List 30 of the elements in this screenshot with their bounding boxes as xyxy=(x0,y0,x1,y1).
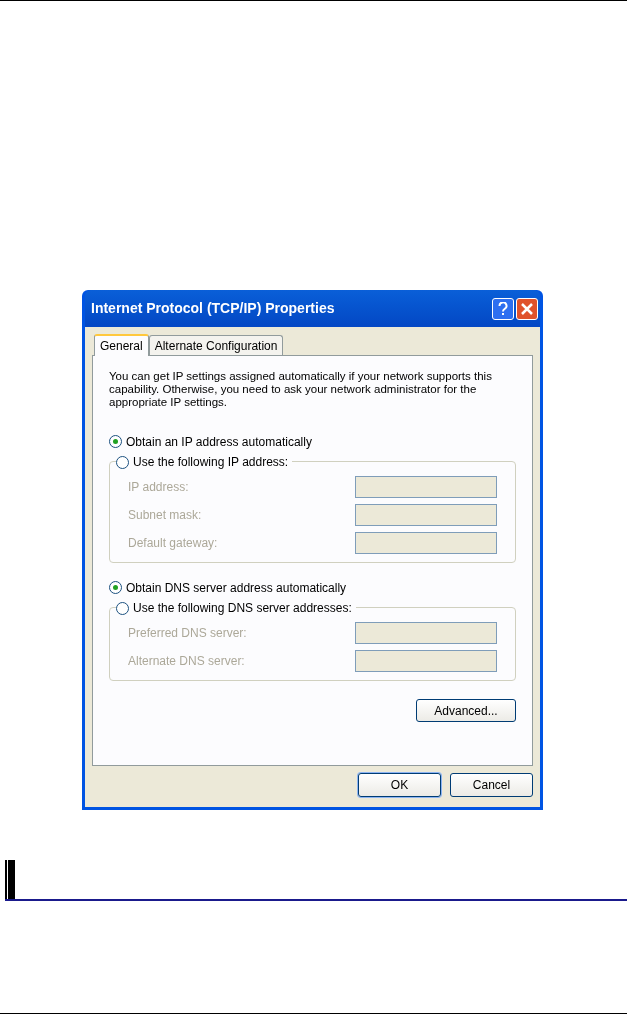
close-icon xyxy=(521,302,533,315)
radio-button[interactable] xyxy=(109,435,122,448)
field-label: Alternate DNS server: xyxy=(128,653,245,670)
advanced-button[interactable]: Advanced... xyxy=(416,699,516,722)
radio-button[interactable] xyxy=(109,581,122,594)
intro-text: You can get IP settings assigned automatically if your network supports this capability. Otherwise, you need to ask your network administrator for the appropriate IP settings. xyxy=(108,370,493,409)
radio-label[interactable]: Use the following IP address: xyxy=(133,453,289,471)
field-label: Subnet mask: xyxy=(128,507,202,524)
close-button[interactable] xyxy=(516,297,538,320)
radio-label[interactable]: Use the following DNS server addresses: xyxy=(133,599,352,617)
tab[interactable]: General xyxy=(94,334,149,356)
ip-address-field[interactable] xyxy=(355,650,497,672)
field-label: Preferred DNS server: xyxy=(128,625,247,642)
ip-address-field[interactable] xyxy=(355,532,497,554)
tab[interactable]: Alternate Configuration xyxy=(148,335,284,355)
radio-button[interactable] xyxy=(116,601,129,615)
window-title: Internet Protocol (TCP/IP) Properties xyxy=(91,299,335,318)
ip-address-field[interactable] xyxy=(355,622,497,644)
dialog-button[interactable]: OK xyxy=(358,773,441,797)
field-label: Default gateway: xyxy=(128,535,218,552)
dialog-button[interactable]: Cancel xyxy=(450,773,533,797)
radio-button[interactable] xyxy=(116,455,129,469)
question-mark-icon xyxy=(498,301,508,316)
heading-marker xyxy=(5,860,15,899)
radio-label[interactable]: Obtain DNS server address automatically xyxy=(126,578,347,597)
radio-label[interactable]: Obtain an IP address automatically xyxy=(126,432,312,451)
ip-address-field[interactable] xyxy=(355,476,497,498)
field-label: IP address: xyxy=(128,479,189,496)
ip-address-field[interactable] xyxy=(355,504,497,526)
help-button[interactable] xyxy=(492,297,514,320)
